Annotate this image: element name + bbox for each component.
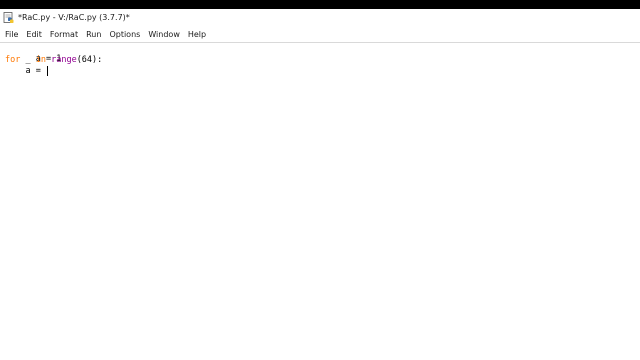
- builtin-range: range: [51, 55, 77, 65]
- keyword-in: in: [35, 55, 46, 65]
- code-line-2: for _ in range(64):: [5, 55, 102, 65]
- menu-run[interactable]: Run: [82, 28, 105, 41]
- range-args: (64):: [76, 55, 103, 65]
- code-text: a =: [5, 66, 46, 76]
- menu-file[interactable]: File: [0, 28, 22, 41]
- window-title: *RaC.py - V:/RaC.py (3.7.7)*: [18, 13, 130, 22]
- loop-variable: _: [20, 55, 36, 65]
- menu-help[interactable]: Help: [184, 28, 210, 41]
- menu-edit[interactable]: Edit: [22, 28, 46, 41]
- keyword-for: for: [5, 55, 21, 65]
- title-bar: *RaC.py - V:/RaC.py (3.7.7)*: [0, 9, 640, 28]
- menu-format[interactable]: Format: [46, 28, 82, 41]
- idle-editor-window: *RaC.py - V:/RaC.py (3.7.7)* File Edit F…: [0, 9, 640, 360]
- python-idle-icon: [3, 12, 14, 23]
- code-line-3: a =: [5, 66, 48, 76]
- menu-bar: File Edit Format Run Options Window Help: [0, 28, 640, 41]
- menu-window[interactable]: Window: [144, 28, 184, 41]
- code-editor[interactable]: a = 1 for _ in range(64): a =: [0, 43, 640, 360]
- menu-options[interactable]: Options: [105, 28, 144, 41]
- text-cursor: [46, 66, 48, 76]
